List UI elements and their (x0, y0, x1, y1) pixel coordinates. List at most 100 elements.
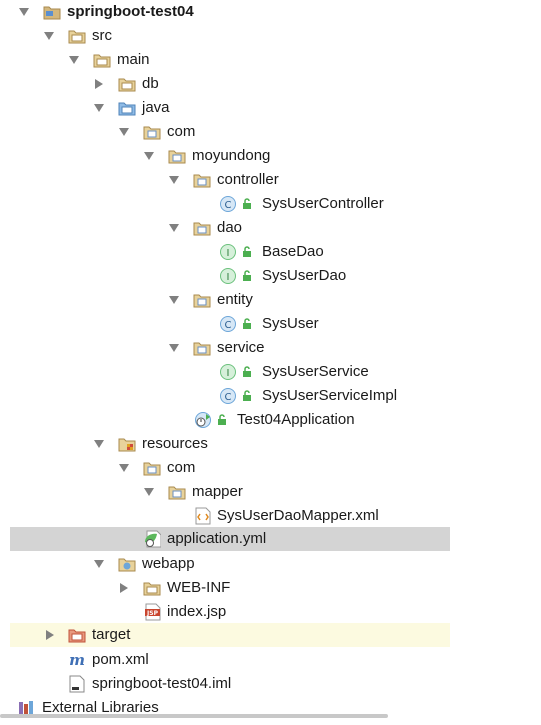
pom-xml-label: pom.xml (92, 651, 149, 668)
package-icon (143, 459, 161, 477)
controller-label: controller (217, 171, 279, 188)
tree-row-sysusercontroller[interactable]: C SysUserController (0, 192, 541, 216)
lock-icon (238, 315, 256, 333)
horizontal-scrollbar[interactable] (0, 714, 388, 718)
sysuserservice-label: SysUserService (262, 363, 369, 380)
sysuser-label: SysUser (262, 315, 319, 332)
tree-row-basedao[interactable]: I BaseDao (0, 240, 541, 264)
tree-row-src[interactable]: src (0, 24, 541, 48)
tree-row-moyundong[interactable]: moyundong (0, 144, 541, 168)
tree-row-webinf[interactable]: WEB-INF (0, 576, 541, 600)
expand-arrow-icon[interactable] (67, 53, 81, 67)
tree-row-resources[interactable]: resources (0, 432, 541, 456)
src-label: src (92, 27, 112, 44)
tree-row-controller[interactable]: controller (0, 168, 541, 192)
collapse-arrow-icon[interactable] (92, 77, 106, 91)
target-label: target (92, 626, 131, 643)
iml-label: springboot-test04.iml (92, 675, 232, 692)
interface-icon: I (219, 267, 237, 285)
interface-icon: I (219, 243, 237, 261)
lock-icon (213, 411, 231, 429)
svg-text:JSP: JSP (146, 610, 159, 617)
tree-row-db[interactable]: db (0, 72, 541, 96)
tree-row-pom-xml[interactable]: m pom.xml (0, 648, 541, 672)
maven-file-icon: m (67, 651, 85, 669)
test04application-label: Test04Application (237, 411, 355, 428)
interface-icon: I (219, 363, 237, 381)
tree-row-sysuser[interactable]: C SysUser (0, 312, 541, 336)
web-folder-icon (118, 555, 136, 573)
svg-text:C: C (225, 392, 232, 403)
tree-row-webapp[interactable]: webapp (0, 552, 541, 576)
tree-row-project[interactable]: springboot-test04 (0, 0, 541, 24)
basedao-label: BaseDao (262, 243, 324, 260)
db-label: db (142, 75, 159, 92)
iml-file-icon (68, 675, 86, 693)
lock-icon (238, 195, 256, 213)
class-icon: C (219, 315, 237, 333)
expand-arrow-icon[interactable] (167, 341, 181, 355)
package-icon (168, 483, 186, 501)
xml-file-icon (194, 507, 212, 525)
tree-row-test04application[interactable]: Test04Application (0, 408, 541, 432)
entity-label: entity (217, 291, 253, 308)
svg-text:I: I (227, 368, 230, 379)
package-icon (193, 339, 211, 357)
tree-row-sysuserdao[interactable]: I SysUserDao (0, 264, 541, 288)
source-folder-icon (118, 99, 136, 117)
webinf-label: WEB-INF (167, 579, 231, 596)
expand-arrow-icon[interactable] (167, 293, 181, 307)
expand-arrow-icon[interactable] (142, 149, 156, 163)
tree-row-mapper[interactable]: mapper (0, 480, 541, 504)
expand-arrow-icon[interactable] (42, 29, 56, 43)
application-yml-label: application.yml (167, 530, 267, 547)
tree-row-iml[interactable]: springboot-test04.iml (0, 672, 541, 696)
tree-row-java[interactable]: java (0, 96, 541, 120)
tree-row-com[interactable]: com (0, 120, 541, 144)
res-com-label: com (167, 459, 196, 476)
tree-row-service[interactable]: service (0, 336, 541, 360)
expand-arrow-icon[interactable] (167, 221, 181, 235)
index-jsp-label: index.jsp (167, 603, 227, 620)
webapp-label: webapp (142, 555, 195, 572)
tree-row-application-yml[interactable]: application.yml (10, 527, 450, 551)
service-label: service (217, 339, 265, 356)
expand-arrow-icon[interactable] (92, 101, 106, 115)
collapse-arrow-icon[interactable] (43, 628, 57, 642)
tree-row-index-jsp[interactable]: JSP index.jsp (0, 600, 541, 624)
expand-arrow-icon[interactable] (167, 173, 181, 187)
sysuserserviceimpl-label: SysUserServiceImpl (262, 387, 398, 404)
tree-row-mapper-xml[interactable]: SysUserDaoMapper.xml (0, 504, 541, 528)
expand-arrow-icon[interactable] (142, 485, 156, 499)
sysuserdao-label: SysUserDao (262, 267, 347, 284)
excluded-folder-icon (68, 626, 86, 644)
project-tree: springboot-test04 src main db java com m… (0, 0, 541, 725)
lock-icon (238, 243, 256, 261)
project-folder-icon (43, 3, 61, 21)
lock-icon (238, 387, 256, 405)
package-icon (193, 171, 211, 189)
expand-arrow-icon[interactable] (17, 5, 31, 19)
jsp-file-icon: JSP (144, 603, 162, 621)
expand-arrow-icon[interactable] (117, 125, 131, 139)
resources-label: resources (142, 435, 208, 452)
tree-row-sysuserservice[interactable]: I SysUserService (0, 360, 541, 384)
expand-arrow-icon[interactable] (92, 557, 106, 571)
lock-icon (238, 267, 256, 285)
spring-boot-application-icon (194, 411, 212, 429)
expand-arrow-icon[interactable] (117, 461, 131, 475)
mapper-label: mapper (192, 483, 243, 500)
tree-row-target[interactable]: target (10, 623, 450, 647)
sysusercontroller-label: SysUserController (262, 195, 384, 212)
java-label: java (142, 99, 170, 116)
tree-row-dao[interactable]: dao (0, 216, 541, 240)
tree-row-entity[interactable]: entity (0, 288, 541, 312)
tree-row-res-com[interactable]: com (0, 456, 541, 480)
svg-text:C: C (225, 320, 232, 331)
expand-arrow-icon[interactable] (92, 437, 106, 451)
folder-icon (93, 51, 111, 69)
folder-icon (143, 579, 161, 597)
tree-row-main[interactable]: main (0, 48, 541, 72)
collapse-arrow-icon[interactable] (117, 581, 131, 595)
tree-row-sysuserserviceimpl[interactable]: C SysUserServiceImpl (0, 384, 541, 408)
